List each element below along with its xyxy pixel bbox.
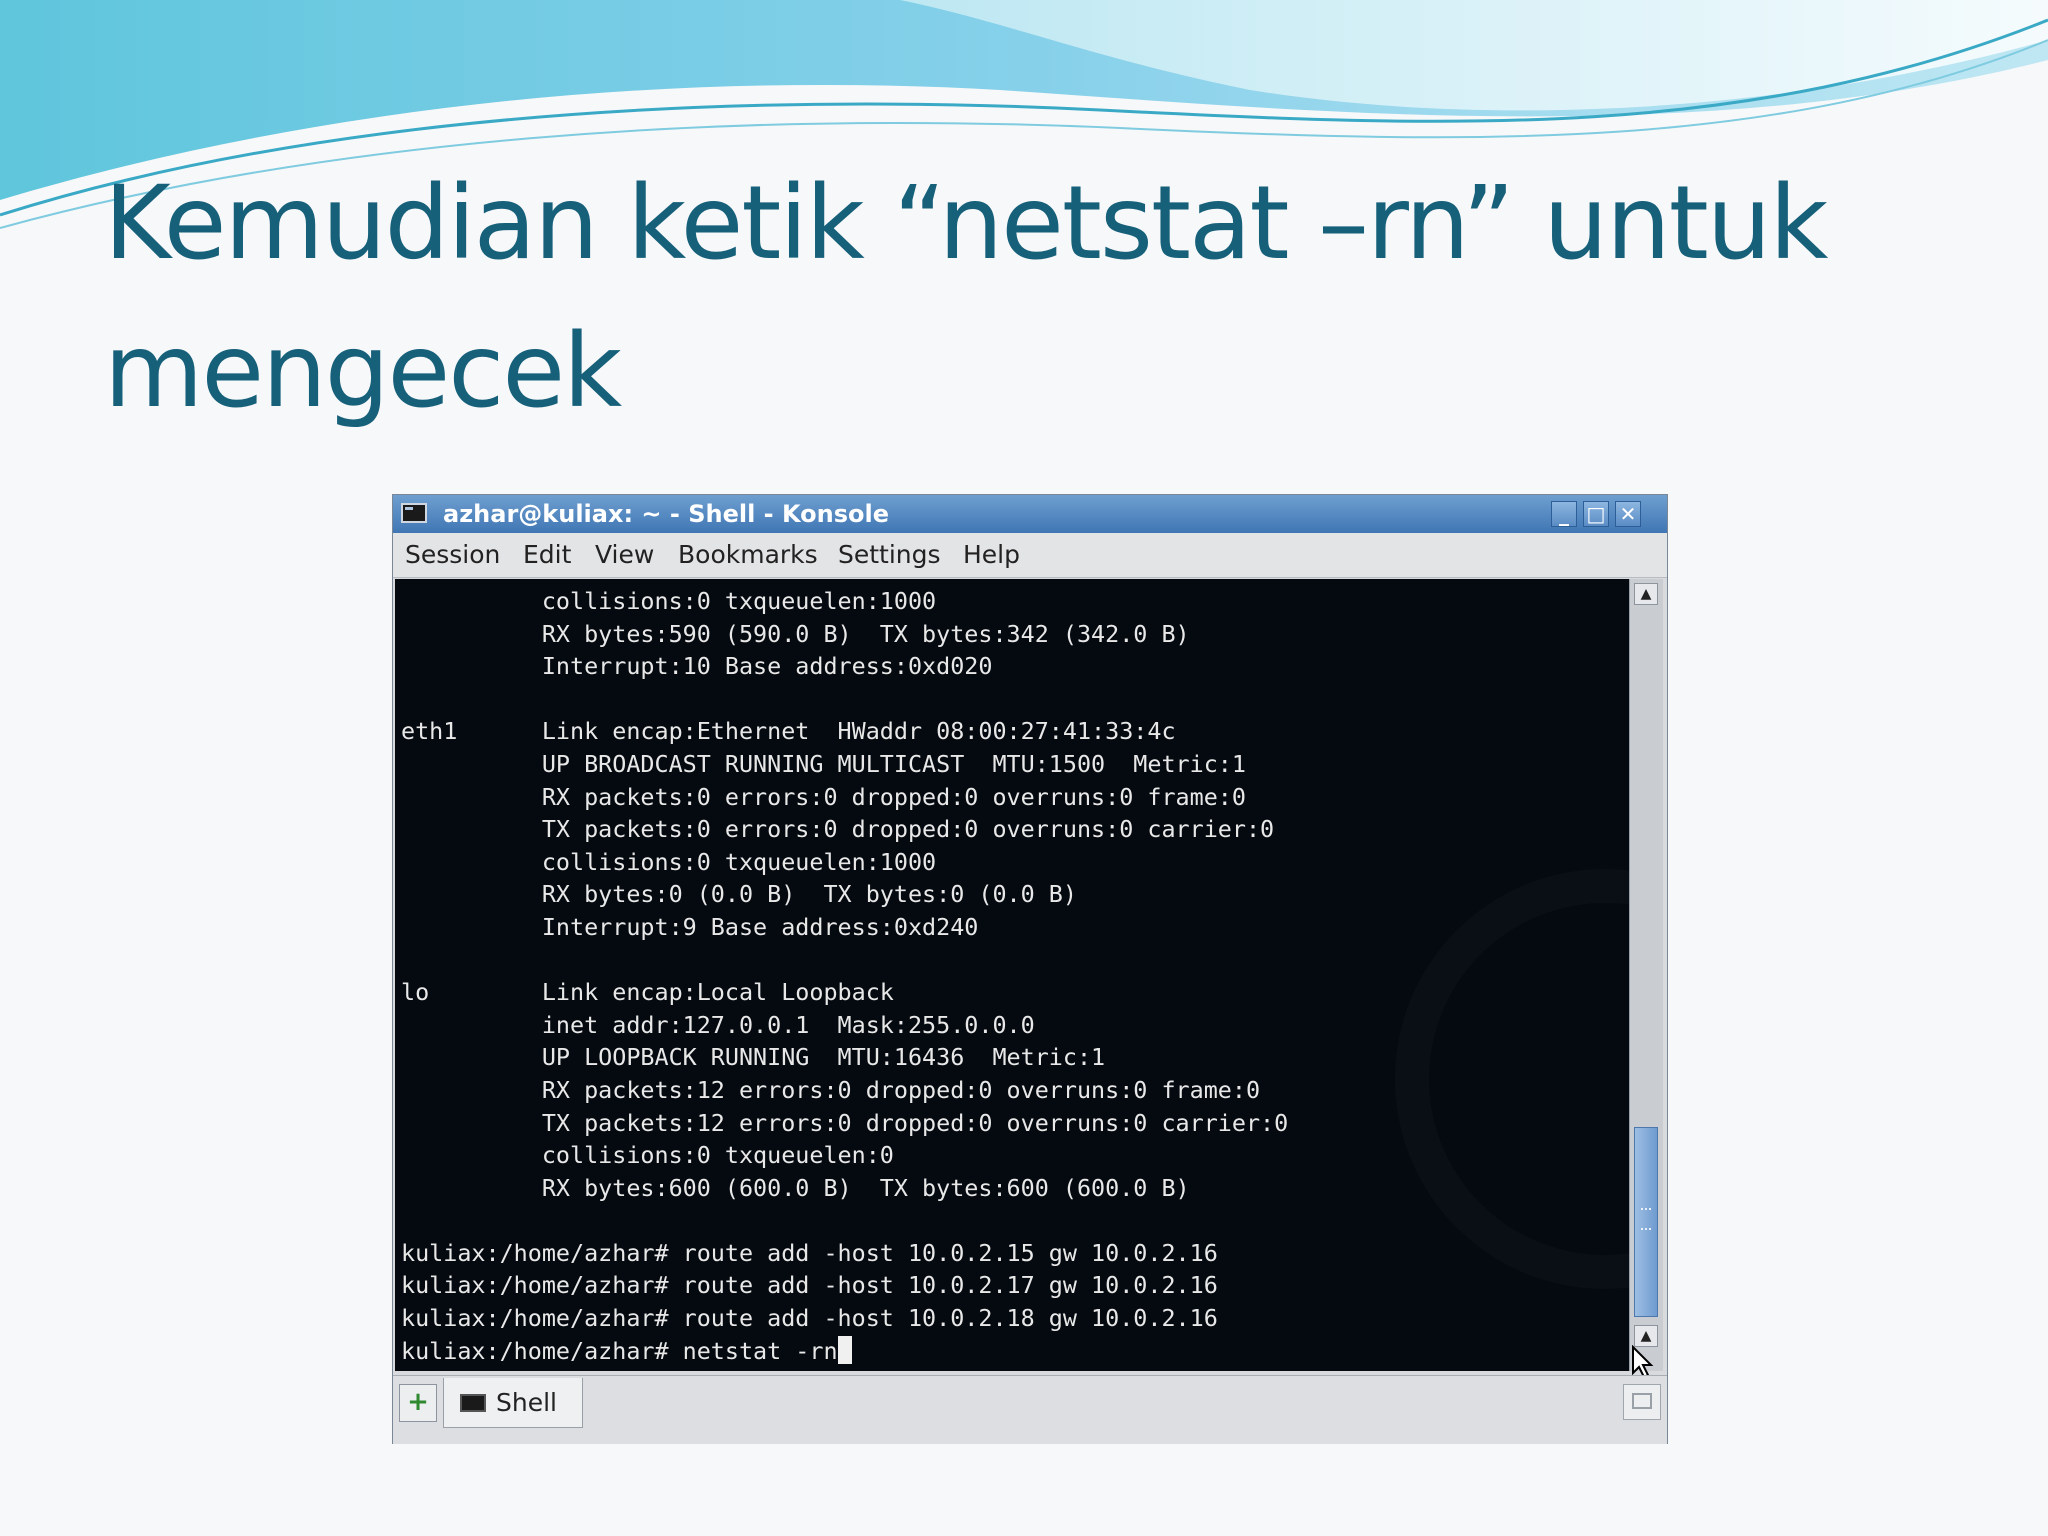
terminal-line: collisions:0 txqueuelen:1000 [401,585,1288,618]
terminal-line-text: RX bytes:590 (590.0 B) TX bytes:342 (342… [401,619,1190,648]
terminal-line-text: Interrupt:9 Base address:0xd240 [401,912,979,941]
terminal-line: lo Link encap:Local Loopback [401,976,1288,1009]
mouse-pointer-icon [1632,1345,1654,1379]
terminal-line: RX bytes:0 (0.0 B) TX bytes:0 (0.0 B) [401,878,1288,911]
terminal-line-text: RX packets:12 errors:0 dropped:0 overrun… [401,1075,1261,1104]
close-tab-icon[interactable] [1623,1384,1661,1420]
close-icon[interactable]: ✕ [1615,501,1641,527]
slide-title-line-1: Kemudian ketik “netstat –rn” untuk [104,164,1828,283]
terminal-line: collisions:0 txqueuelen:1000 [401,846,1288,879]
menu-help[interactable]: Help [963,533,1020,577]
terminal-line-text: UP BROADCAST RUNNING MULTICAST MTU:1500 … [401,749,1246,778]
scroll-down-icon[interactable]: ▲ [1634,1325,1658,1347]
terminal-watermark [1395,869,1629,1289]
terminal-line-text: TX packets:12 errors:0 dropped:0 overrun… [401,1108,1289,1137]
menu-edit[interactable]: Edit [523,533,571,577]
terminal-line: kuliax:/home/azhar# netstat -rn [401,1335,1288,1368]
terminal-line-text: kuliax:/home/azhar# netstat -rn [401,1336,838,1365]
scroll-up-icon[interactable]: ▲ [1634,583,1658,605]
terminal-line-text: collisions:0 txqueuelen:0 [401,1141,894,1170]
konsole-window: azhar@kuliax: ~ - Shell - Konsole _ □ ✕ … [392,494,1668,1444]
maximize-icon[interactable]: □ [1583,501,1609,527]
terminal-line-text: kuliax:/home/azhar# route add -host 10.0… [401,1238,1218,1267]
menu-view[interactable]: View [595,533,654,577]
terminal-line: kuliax:/home/azhar# route add -host 10.0… [401,1302,1288,1335]
minimize-icon[interactable]: _ [1551,501,1577,527]
terminal-line-text: collisions:0 txqueuelen:1000 [401,847,937,876]
terminal-line-text: RX bytes:0 (0.0 B) TX bytes:0 (0.0 B) [401,880,1077,909]
slide-title-line-2: mengecek [104,312,622,431]
terminal-line-text: collisions:0 txqueuelen:1000 [401,587,937,615]
tab-shell[interactable]: Shell [443,1378,583,1428]
terminal-line-text: Interrupt:10 Base address:0xd020 [401,652,993,681]
terminal-line: UP BROADCAST RUNNING MULTICAST MTU:1500 … [401,748,1288,781]
terminal-line: kuliax:/home/azhar# route add -host 10.0… [401,1269,1288,1302]
terminal-line: Interrupt:10 Base address:0xd020 [401,650,1288,683]
terminal-line-text: RX packets:0 errors:0 dropped:0 overruns… [401,782,1246,811]
menu-bar: Session Edit View Bookmarks Settings Hel… [393,533,1667,578]
scroll-thumb[interactable] [1634,1127,1658,1317]
terminal-line-text: kuliax:/home/azhar# route add -host 10.0… [401,1304,1218,1333]
tab-label: Shell [496,1388,557,1417]
terminal-scrollbar[interactable]: ▲ ▲ [1629,579,1663,1371]
tab-bar: + Shell [393,1375,1667,1444]
terminal-line: TX packets:12 errors:0 dropped:0 overrun… [401,1107,1288,1140]
window-titlebar[interactable]: azhar@kuliax: ~ - Shell - Konsole _ □ ✕ [393,495,1667,533]
terminal-line-text: TX packets:0 errors:0 dropped:0 overruns… [401,815,1275,844]
konsole-app-icon[interactable] [401,503,427,523]
terminal-line-text: kuliax:/home/azhar# route add -host 10.0… [401,1271,1218,1300]
terminal-line-text: inet addr:127.0.0.1 Mask:255.0.0.0 [401,1010,1035,1039]
terminal-line: kuliax:/home/azhar# route add -host 10.0… [401,1237,1288,1270]
terminal-line: RX bytes:590 (590.0 B) TX bytes:342 (342… [401,618,1288,651]
terminal-line: Interrupt:9 Base address:0xd240 [401,911,1288,944]
menu-settings[interactable]: Settings [838,533,941,577]
terminal-line: eth1 Link encap:Ethernet HWaddr 08:00:27… [401,715,1288,748]
terminal-line: RX packets:12 errors:0 dropped:0 overrun… [401,1074,1288,1107]
terminal-line-text: RX bytes:600 (600.0 B) TX bytes:600 (600… [401,1173,1190,1202]
grip-icon [1641,1208,1651,1230]
terminal-line-text: lo Link encap:Local Loopback [401,978,894,1007]
terminal-line-text: eth1 Link encap:Ethernet HWaddr 08:00:27… [401,717,1176,746]
terminal-line: UP LOOPBACK RUNNING MTU:16436 Metric:1 [401,1041,1288,1074]
text-cursor [837,1335,852,1364]
terminal-lines: collisions:0 txqueuelen:1000 RX bytes:59… [401,585,1288,1367]
new-tab-icon[interactable]: + [399,1384,437,1422]
menu-bookmarks[interactable]: Bookmarks [678,533,818,577]
slide-title: Kemudian ketik “netstat –rn” untuk menge… [104,150,1984,446]
terminal-line-text: UP LOOPBACK RUNNING MTU:16436 Metric:1 [401,1043,1106,1072]
terminal-line: RX bytes:600 (600.0 B) TX bytes:600 (600… [401,1172,1288,1205]
terminal-line: collisions:0 txqueuelen:0 [401,1139,1288,1172]
menu-session[interactable]: Session [405,533,500,577]
terminal-line: RX packets:0 errors:0 dropped:0 overruns… [401,781,1288,814]
terminal-output[interactable]: collisions:0 txqueuelen:1000 RX bytes:59… [395,579,1629,1371]
terminal-icon [460,1394,486,1412]
terminal-line: inet addr:127.0.0.1 Mask:255.0.0.0 [401,1009,1288,1042]
terminal-line: TX packets:0 errors:0 dropped:0 overruns… [401,813,1288,846]
window-title: azhar@kuliax: ~ - Shell - Konsole [443,500,889,528]
